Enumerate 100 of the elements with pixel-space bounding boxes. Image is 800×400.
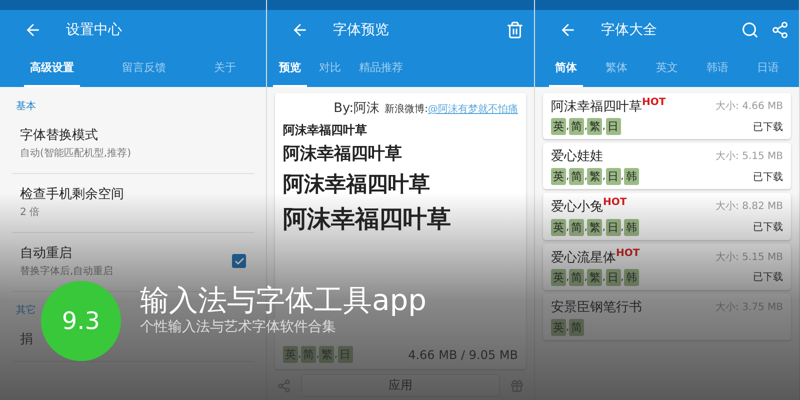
trash-icon[interactable] bbox=[506, 21, 524, 39]
back-icon[interactable] bbox=[24, 21, 42, 39]
language-tag: 韩 bbox=[624, 168, 639, 186]
font-name: 安景臣钢笔行书 bbox=[551, 298, 642, 316]
checkbox[interactable] bbox=[232, 254, 246, 268]
tab[interactable]: 韩语 bbox=[700, 50, 734, 87]
tab[interactable]: 高级设置 bbox=[24, 50, 80, 87]
file-size: 4.66 MB / 9.05 MB bbox=[408, 348, 518, 362]
tab[interactable]: 关于 bbox=[208, 50, 242, 87]
tab[interactable]: 精品推荐 bbox=[353, 50, 409, 87]
font-card[interactable]: 爱心小兔$^{HOT}$ 大小: 8.82 MB 英 , 简 , 繁 , 日 , 韩 已下载 bbox=[543, 193, 791, 240]
tag-separator: , bbox=[584, 121, 588, 132]
language-tag: 繁 bbox=[587, 268, 602, 286]
promo-headline: 输入法与字体工具app bbox=[140, 286, 427, 315]
tab[interactable]: 预览 bbox=[273, 50, 307, 87]
font-card[interactable]: 爱心娃娃 大小: 5.15 MB 英 , 简 , 繁 , 日 , 韩 已下载 bbox=[543, 143, 791, 190]
language-tag: 日 bbox=[606, 168, 621, 186]
tag-separator: , bbox=[584, 171, 588, 182]
download-status: 已下载 bbox=[753, 120, 783, 134]
language-tag: 韩 bbox=[624, 268, 639, 286]
language-tag: 繁 bbox=[587, 168, 602, 186]
language-tag: 日 bbox=[606, 268, 621, 286]
font-size-text: 大小: 4.66 MB bbox=[716, 100, 783, 114]
author-text: By:阿沫 bbox=[334, 100, 380, 117]
font-sample: 阿沫幸福四叶草 bbox=[283, 123, 368, 138]
share-icon[interactable] bbox=[771, 21, 789, 39]
tag-separator: , bbox=[602, 272, 606, 283]
language-tag: 英 bbox=[551, 168, 566, 186]
language-tag: 简 bbox=[569, 318, 584, 336]
tag-separator: , bbox=[620, 272, 624, 283]
promo-tagline: 个性输入法与艺术字体软件合集 bbox=[140, 318, 336, 336]
tag-separator: , bbox=[584, 222, 588, 233]
check-icon bbox=[234, 256, 244, 266]
font-name: 爱心娃娃 bbox=[551, 148, 603, 166]
font-size-text: 大小: 8.82 MB bbox=[716, 200, 783, 214]
back-icon[interactable] bbox=[559, 21, 577, 39]
font-size-text: 大小: 5.15 MB bbox=[716, 250, 783, 264]
language-tag: 韩 bbox=[624, 218, 639, 236]
tag-separator: , bbox=[620, 222, 624, 233]
screen-title: 字体大全 bbox=[601, 21, 658, 39]
language-tag: 简 bbox=[569, 118, 584, 136]
setting-detail: 替换字体后,自动重启 bbox=[20, 264, 114, 278]
language-tag: 简 bbox=[569, 218, 584, 236]
tag-separator: , bbox=[584, 272, 588, 283]
tag-separator: , bbox=[566, 322, 570, 333]
weibo-link[interactable]: @阿沫有梦就不怕痛 bbox=[428, 104, 518, 115]
setting-label: 检查手机剩余空间 bbox=[20, 186, 124, 203]
tab[interactable]: 简体 bbox=[549, 50, 584, 87]
language-tag: 日 bbox=[606, 218, 621, 236]
language-tag: 繁 bbox=[587, 218, 602, 236]
screen-title: 字体预览 bbox=[333, 21, 390, 39]
font-size-text: 大小: 5.15 MB bbox=[716, 150, 783, 164]
tag-separator: , bbox=[620, 171, 624, 182]
search-icon[interactable] bbox=[741, 21, 759, 39]
font-name: 爱心小兔$^{HOT}$ bbox=[551, 197, 627, 216]
font-card[interactable]: 爱心流星体$^{HOT}$ 大小: 5.15 MB 英 , 简 , 繁 , 日 , 韩 已下载 bbox=[543, 244, 791, 290]
download-status: 已下载 bbox=[753, 170, 783, 184]
tab[interactable]: 繁体 bbox=[600, 50, 634, 87]
tag-separator: , bbox=[566, 121, 570, 132]
apply-button[interactable]: 应用 bbox=[301, 374, 500, 397]
font-sample: 阿沫幸福四叶草 bbox=[283, 171, 431, 198]
tab[interactable]: 对比 bbox=[313, 50, 347, 87]
weibo-text: 新浪微博:@阿沫有梦就不怕痛 bbox=[384, 102, 518, 116]
language-tag: 简 bbox=[569, 268, 584, 286]
download-status: 已下载 bbox=[753, 220, 783, 234]
font-name: 爱心流星体$^{HOT}$ bbox=[551, 248, 640, 266]
language-tag: 英 bbox=[551, 268, 566, 286]
tag-separator: , bbox=[566, 222, 570, 233]
language-tag: 英 bbox=[551, 318, 566, 336]
setting-label: 自动重启 bbox=[20, 245, 72, 262]
tab[interactable]: 英文 bbox=[650, 50, 684, 87]
font-sample: 阿沫幸福四叶草 bbox=[283, 204, 452, 234]
tab[interactable]: 日语 bbox=[750, 50, 785, 87]
language-tag: 日 bbox=[606, 118, 621, 136]
section-heading: 其它 bbox=[16, 304, 36, 317]
tag-separator: , bbox=[316, 349, 320, 360]
tab[interactable]: 留言反馈 bbox=[116, 50, 172, 87]
setting-label: 捐 bbox=[20, 331, 33, 348]
download-status: 已下载 bbox=[753, 270, 783, 284]
tag-separator: , bbox=[602, 222, 606, 233]
hot-label: HOT bbox=[642, 97, 666, 108]
language-tag: 简 bbox=[569, 168, 584, 186]
font-sample: 阿沫幸福四叶草 bbox=[283, 144, 403, 166]
language-tag: 英 bbox=[551, 118, 566, 136]
language-tag: 繁 bbox=[587, 118, 602, 136]
tag-separator: , bbox=[602, 171, 606, 182]
tag-separator: , bbox=[566, 171, 570, 182]
section-heading: 基本 bbox=[16, 100, 36, 113]
hot-label: HOT bbox=[603, 197, 627, 208]
font-card[interactable]: 阿沫幸福四叶草$^{HOT}$ 大小: 4.66 MB 英 , 简 , 繁 , 日 已下载 bbox=[543, 93, 791, 140]
back-icon[interactable] bbox=[291, 21, 309, 39]
screen-title: 设置中心 bbox=[66, 21, 123, 39]
font-name: 阿沫幸福四叶草$^{HOT}$ bbox=[551, 97, 666, 116]
setting-detail: 2 倍 bbox=[20, 206, 40, 219]
tag-separator: , bbox=[602, 121, 606, 132]
tag-separator: , bbox=[298, 349, 302, 360]
tag-separator: , bbox=[334, 349, 338, 360]
setting-detail: 自动(智能匹配机型,推荐) bbox=[20, 146, 131, 160]
setting-label: 字体替换模式 bbox=[20, 127, 98, 144]
tag-separator: , bbox=[566, 272, 570, 283]
